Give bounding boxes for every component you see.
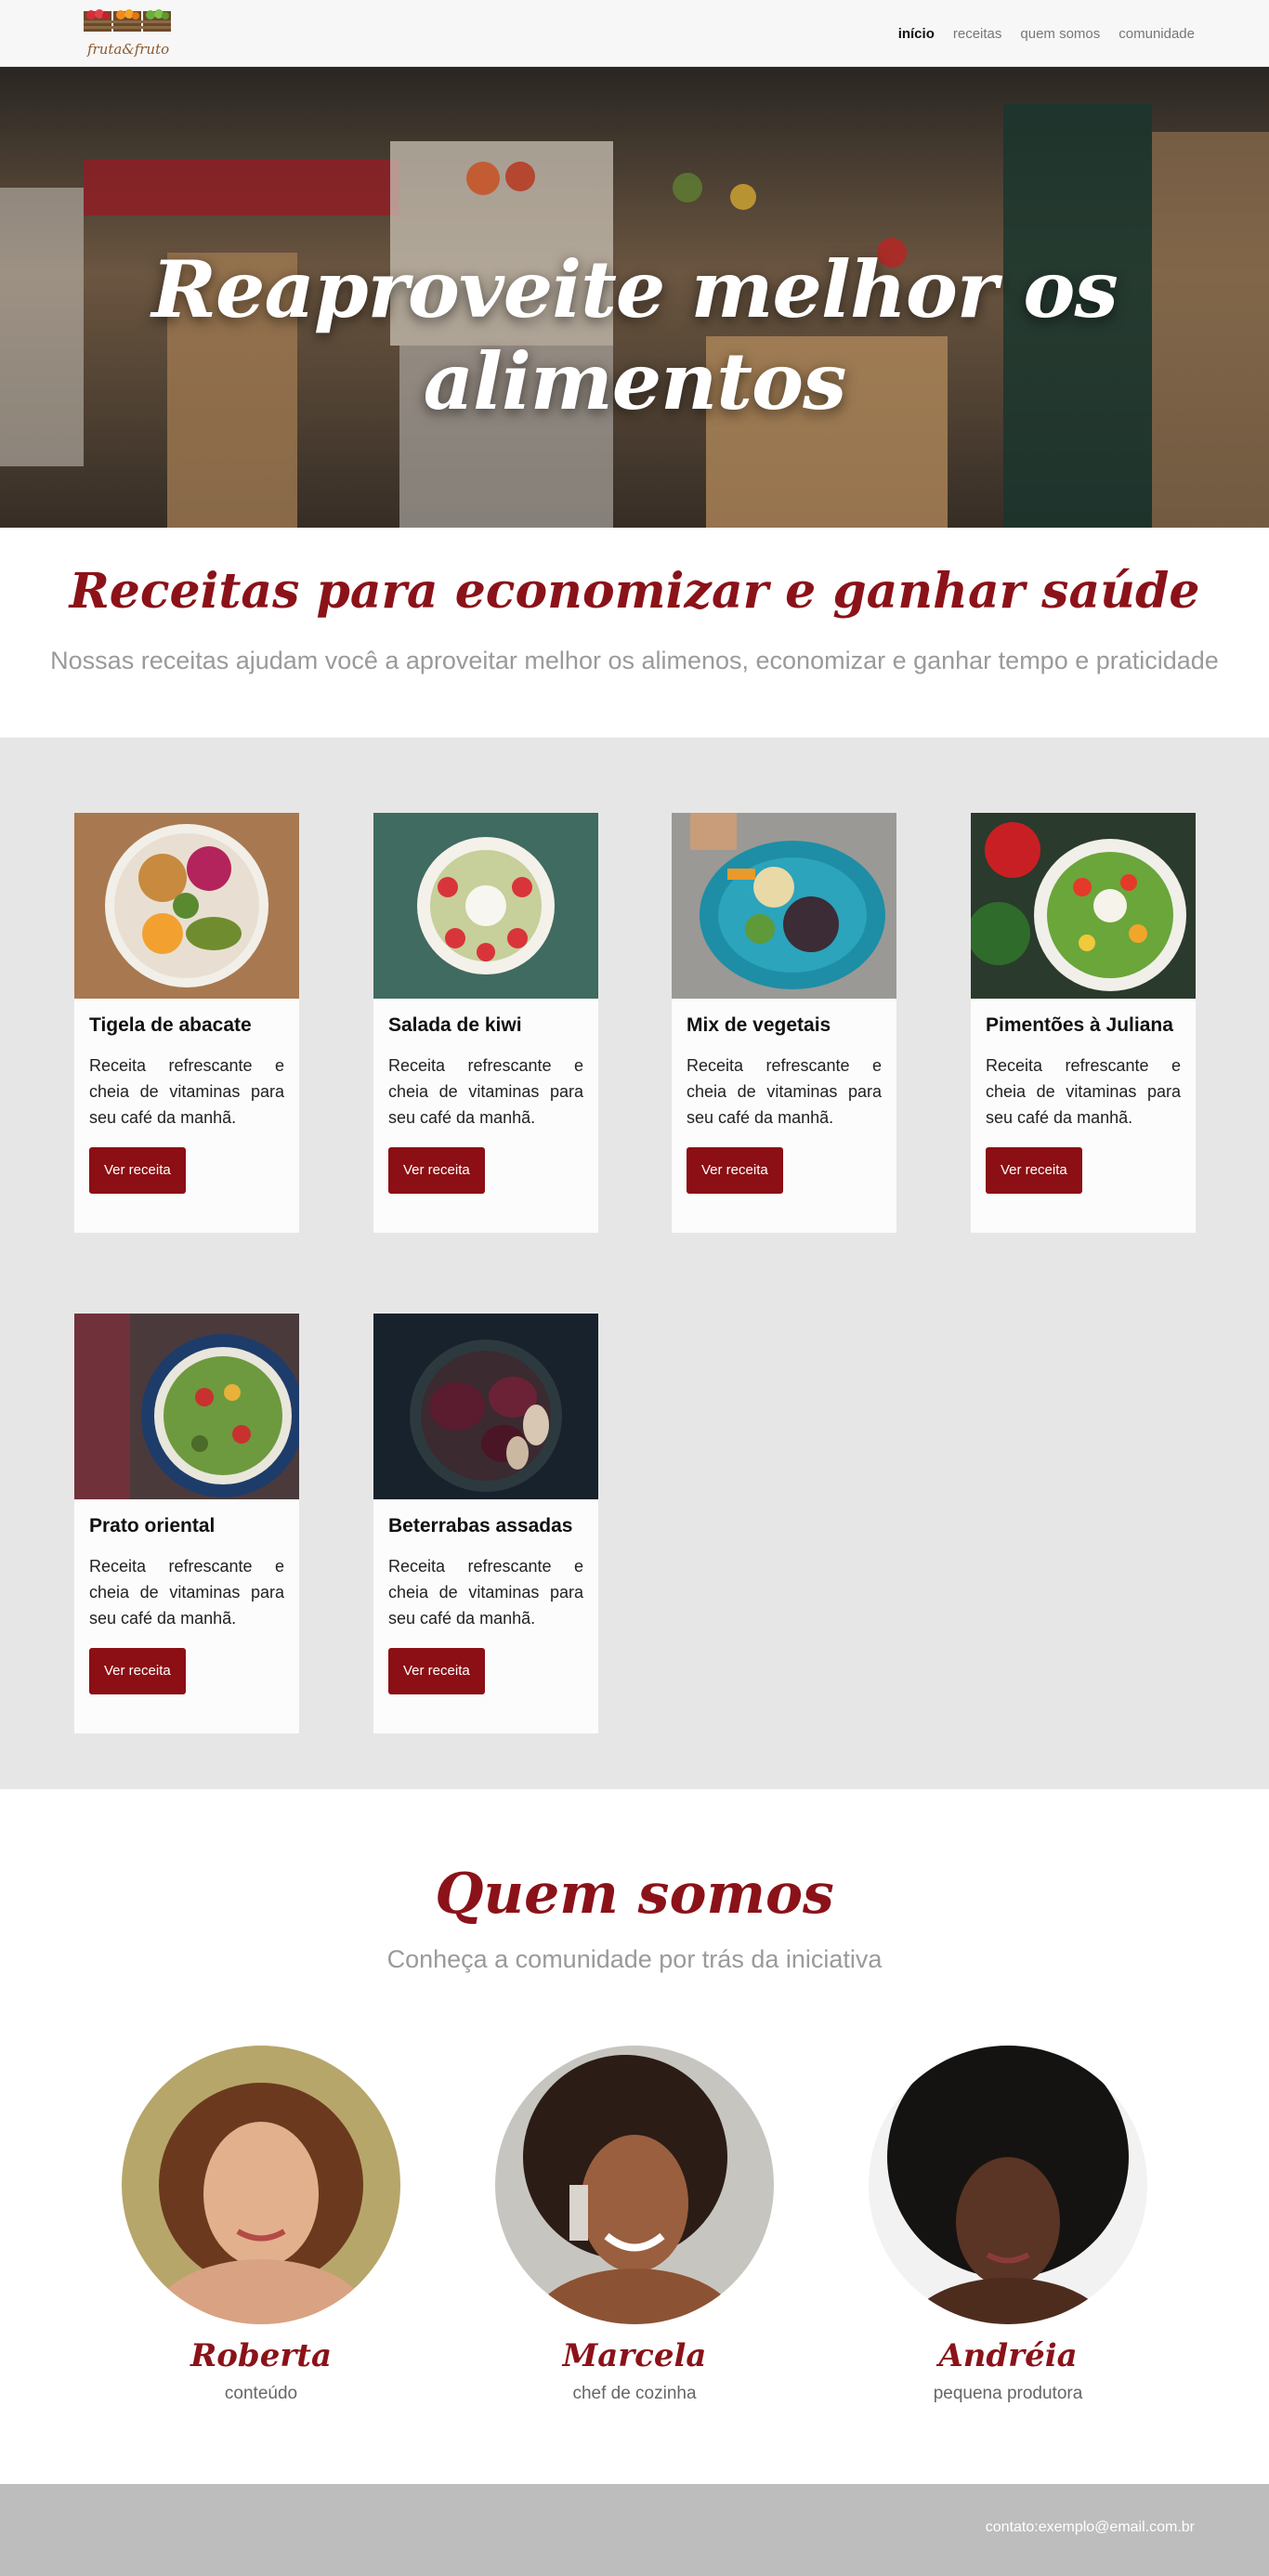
nav-link-comunidade[interactable]: comunidade [1119,26,1195,42]
recipe-image-tigela-de-abacate [74,813,299,999]
recipe-image-salada-de-kiwi [373,813,598,999]
recipe-card: Prato oriental Receita refrescante e che… [74,1314,299,1733]
recipe-title: Prato oriental [89,1515,216,1536]
ver-receita-button[interactable]: Ver receita [89,1147,186,1194]
brand-logo[interactable]: fruta&fruto [80,6,177,61]
member-role: chef de cozinha [572,2384,697,2403]
recipe-card: Beterrabas assadas Receita refrescante e… [373,1314,598,1733]
team-member: Marcela chef de cozinha [495,2046,774,2404]
recipe-card: Mix de vegetais Receita refrescante e ch… [672,813,896,1233]
recipe-title: Tigela de abacate [89,1014,252,1036]
nav-link-receitas[interactable]: receitas [953,26,1002,42]
avatar [869,2046,1147,2324]
member-role: pequena produtora [933,2384,1083,2403]
recipe-card: Salada de kiwi Receita refrescante e che… [373,813,598,1233]
member-name: Andréia [938,2337,1078,2374]
recipe-title: Beterrabas assadas [388,1515,573,1536]
about-section-subtitle: Conheça a comunidade por trás da iniciat… [386,1945,883,1973]
main-nav: início receitas quem somos comunidade [898,0,1195,67]
team-member: Roberta conteúdo [122,2046,400,2404]
nav-link-quem-somos[interactable]: quem somos [1020,26,1100,42]
about-section: Quem somos Conheça a comunidade por trás… [0,1789,1269,2484]
ver-receita-button[interactable]: Ver receita [687,1147,783,1194]
ver-receita-button[interactable]: Ver receita [89,1648,186,1694]
hero-banner: Reaproveite melhor os alimentos [0,67,1269,528]
recipe-description: Receita refrescante e cheia de vitaminas… [388,1056,583,1127]
recipe-title: Salada de kiwi [388,1014,522,1036]
recipes-section-subtitle: Nossas receitas ajudam você a aproveitar… [50,647,1219,674]
recipe-card: Pimentões à Juliana Receita refrescante … [971,813,1196,1233]
nav-link-inicio[interactable]: início [898,26,935,42]
recipe-description: Receita refrescante e cheia de vitaminas… [388,1557,583,1628]
ver-receita-button[interactable]: Ver receita [388,1648,485,1694]
ver-receita-button[interactable]: Ver receita [986,1147,1082,1194]
recipe-image-pimentoes-a-juliana [971,813,1196,999]
footer-contact-email[interactable]: contato:exemplo@email.com.br [986,2519,1195,2536]
recipes-grid: Tigela de abacate Receita refrescante e … [0,738,1269,1789]
brand-logo-text: fruta&fruto [87,41,170,58]
hero-title: Reaproveite melhor os alimentos [151,243,1119,427]
about-section-title: Quem somos [435,1862,834,1927]
member-role: conteúdo [224,2384,298,2403]
navbar: fruta&fruto início receitas quem somos c… [0,0,1269,67]
avatar [122,2046,400,2324]
recipe-title: Pimentões à Juliana [986,1014,1173,1036]
recipe-image-beterrabas-assadas [373,1314,598,1499]
recipe-description: Receita refrescante e cheia de vitaminas… [986,1056,1181,1127]
recipe-description: Receita refrescante e cheia de vitaminas… [89,1557,284,1628]
recipe-description: Receita refrescante e cheia de vitaminas… [89,1056,284,1127]
recipe-image-mix-de-vegetais [672,813,896,999]
member-name: Roberta [190,2337,332,2374]
recipes-section-title: Receitas para economizar e ganhar saúde [69,563,1200,620]
team-member: Andréia pequena produtora [869,2046,1147,2404]
ver-receita-button[interactable]: Ver receita [388,1147,485,1194]
recipe-title: Mix de vegetais [687,1014,831,1036]
recipe-description: Receita refrescante e cheia de vitaminas… [687,1056,882,1127]
recipes-intro: Receitas para economizar e ganhar saúde … [0,528,1269,738]
avatar [495,2046,774,2324]
member-name: Marcela [562,2337,707,2374]
recipe-image-prato-oriental [74,1314,299,1499]
recipe-card: Tigela de abacate Receita refrescante e … [74,813,299,1233]
crates-logo-icon [84,9,171,32]
footer: contato:exemplo@email.com.br [0,2484,1269,2576]
